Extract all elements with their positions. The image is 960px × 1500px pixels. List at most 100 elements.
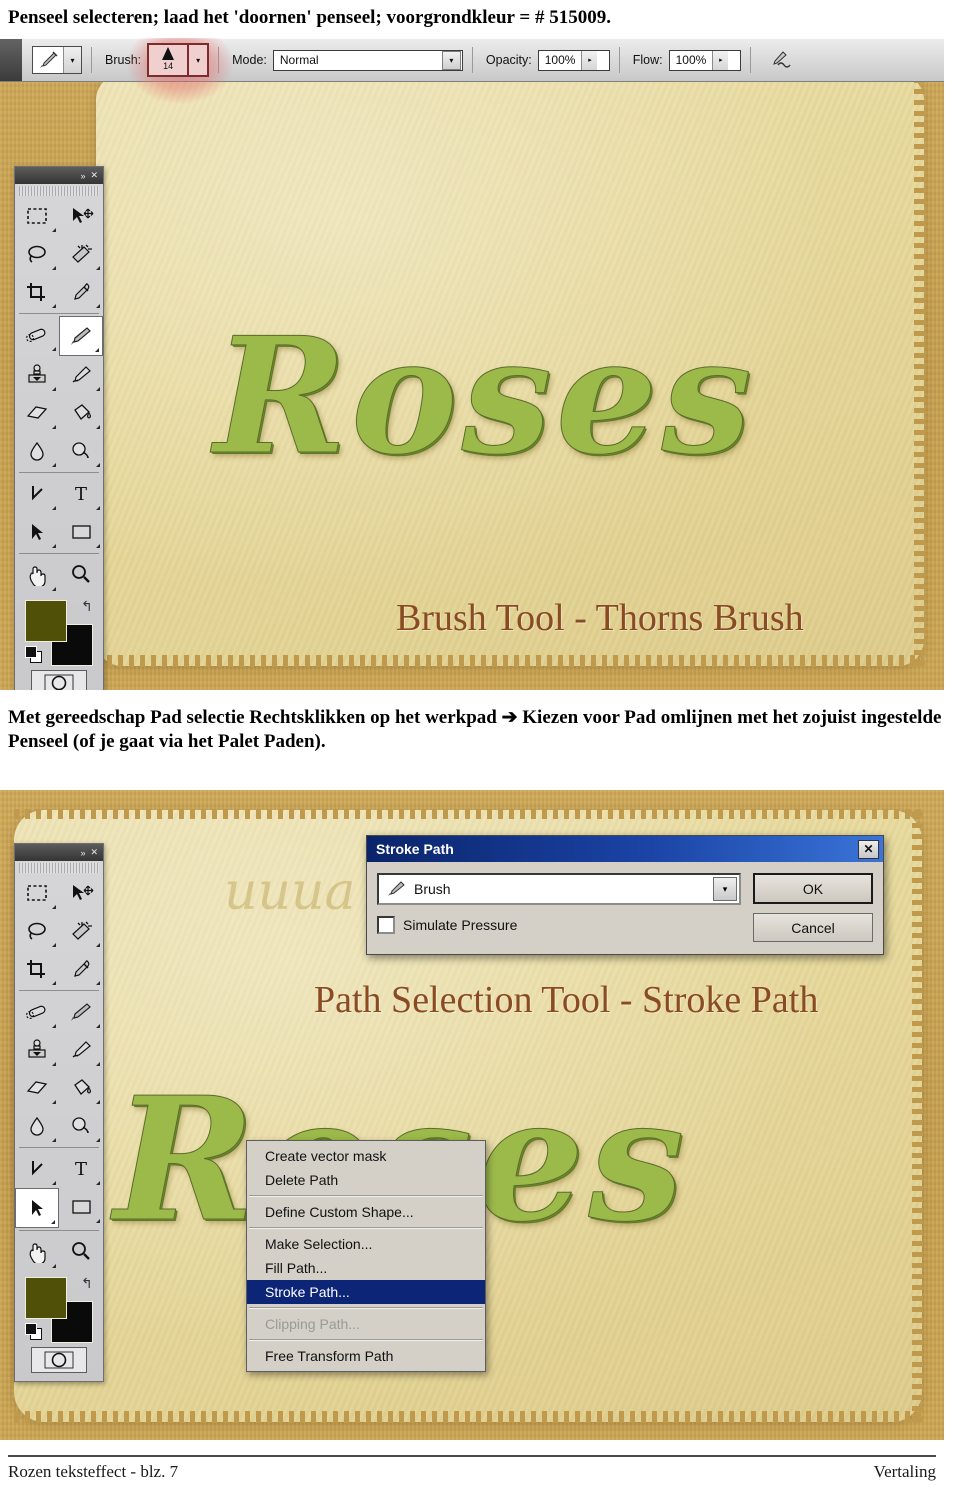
deckle-edge-bottom bbox=[14, 1411, 922, 1423]
default-colors-icon[interactable] bbox=[25, 1323, 42, 1340]
history-brush-tool[interactable] bbox=[59, 356, 103, 394]
zoom-tool[interactable] bbox=[59, 1233, 103, 1271]
brush-picker-arrow[interactable]: ▾ bbox=[189, 43, 210, 77]
tool-corner-marker bbox=[96, 981, 100, 985]
checkbox-box[interactable] bbox=[377, 916, 395, 934]
close-icon[interactable]: ✕ bbox=[90, 170, 98, 181]
flow-slider-arrow[interactable]: ▸ bbox=[712, 50, 729, 70]
stroke-tool-select[interactable]: Brush ▾ bbox=[377, 873, 741, 905]
rectangular-marquee-tool[interactable] bbox=[15, 874, 59, 912]
soft-round-tip-icon bbox=[159, 46, 177, 62]
tool-corner-marker bbox=[52, 981, 56, 985]
blur-tool[interactable] bbox=[15, 1107, 59, 1145]
pen-tool[interactable] bbox=[15, 1150, 59, 1188]
tool-corner-marker bbox=[96, 304, 100, 308]
eyedropper-tool[interactable] bbox=[59, 273, 103, 311]
document-page: Penseel selecteren; laad het 'doornen' p… bbox=[0, 0, 960, 1500]
magic-wand-tool[interactable] bbox=[59, 912, 103, 950]
history-brush-tool[interactable] bbox=[59, 1031, 103, 1069]
type-tool[interactable]: T bbox=[59, 475, 103, 513]
close-icon[interactable]: ✕ bbox=[90, 847, 98, 858]
tool-corner-marker bbox=[52, 463, 56, 467]
brush-preview-group[interactable]: 14 ▾ bbox=[127, 38, 234, 104]
move-tool[interactable] bbox=[59, 874, 103, 912]
toolbox-drag-grip[interactable] bbox=[19, 863, 99, 873]
brush-tip-preview[interactable]: 14 bbox=[147, 43, 190, 77]
crop-tool[interactable] bbox=[15, 273, 59, 311]
figure-brush-tool: Roses Brush Tool - Thorns Brush ▾ Brush: bbox=[0, 38, 944, 690]
collapse-icon[interactable]: » bbox=[80, 848, 85, 858]
deckle-edge-right bbox=[912, 810, 923, 1422]
clone-stamp-tool[interactable] bbox=[15, 356, 59, 394]
flow-input[interactable]: 100% ▸ bbox=[668, 49, 741, 71]
swap-colors-icon[interactable]: ↰ bbox=[81, 1275, 93, 1292]
menu-item-fill-path[interactable]: Fill Path... bbox=[247, 1256, 485, 1280]
quick-mask-icon[interactable] bbox=[31, 1347, 87, 1373]
eraser-tool[interactable] bbox=[15, 394, 59, 432]
quick-mask-icon[interactable] bbox=[31, 670, 87, 690]
rectangle-shape-tool[interactable] bbox=[59, 1188, 103, 1226]
menu-item-define-custom-shape[interactable]: Define Custom Shape... bbox=[247, 1200, 485, 1224]
paint-bucket-tool[interactable] bbox=[59, 1069, 103, 1107]
tool-preset-arrow[interactable]: ▾ bbox=[63, 47, 81, 73]
clone-stamp-tool[interactable] bbox=[15, 1031, 59, 1069]
zoom-tool[interactable] bbox=[59, 556, 103, 594]
chevron-down-icon[interactable]: ▾ bbox=[713, 877, 737, 901]
magic-wand-tool[interactable] bbox=[59, 235, 103, 273]
foreground-color-swatch[interactable] bbox=[25, 1277, 67, 1319]
ok-button[interactable]: OK bbox=[753, 873, 873, 904]
airbrush-icon[interactable] bbox=[768, 49, 794, 71]
toolbox-titlebar[interactable]: » ✕ bbox=[15, 167, 103, 184]
toolbox-drag-grip[interactable] bbox=[19, 186, 99, 196]
options-bar-grip[interactable] bbox=[0, 39, 22, 81]
hand-tool[interactable] bbox=[15, 556, 59, 594]
cancel-button[interactable]: Cancel bbox=[753, 913, 873, 942]
dodge-tool[interactable] bbox=[59, 1107, 103, 1145]
menu-item-make-selection[interactable]: Make Selection... bbox=[247, 1232, 485, 1256]
opacity-input[interactable]: 100% ▸ bbox=[537, 49, 610, 71]
brush-tool[interactable] bbox=[59, 316, 103, 356]
eraser-tool[interactable] bbox=[15, 1069, 59, 1107]
rectangular-marquee-tool[interactable] bbox=[15, 197, 59, 235]
stroke-tool-value: Brush bbox=[414, 881, 451, 897]
dodge-tool[interactable] bbox=[59, 432, 103, 470]
blur-tool[interactable] bbox=[15, 432, 59, 470]
simulate-pressure-checkbox[interactable]: Simulate Pressure bbox=[377, 916, 741, 934]
lasso-tool[interactable] bbox=[15, 912, 59, 950]
chevron-down-icon[interactable]: ▾ bbox=[441, 50, 461, 70]
menu-item-create-vector-mask[interactable]: Create vector mask bbox=[247, 1144, 485, 1168]
tool-corner-marker bbox=[52, 1264, 56, 1268]
foreground-color-swatch[interactable] bbox=[25, 600, 67, 642]
eyedropper-tool[interactable] bbox=[59, 950, 103, 988]
tool-preset-picker[interactable]: ▾ bbox=[32, 46, 82, 74]
collapse-icon[interactable]: » bbox=[80, 171, 85, 181]
move-tool[interactable] bbox=[59, 197, 103, 235]
menu-item-stroke-path[interactable]: Stroke Path... bbox=[247, 1280, 485, 1304]
deckle-edge-top bbox=[14, 809, 922, 819]
dialog-titlebar[interactable]: Stroke Path ✕ bbox=[367, 836, 883, 862]
close-icon[interactable]: ✕ bbox=[858, 839, 879, 859]
path-selection-tool[interactable] bbox=[15, 513, 59, 551]
crop-tool[interactable] bbox=[15, 950, 59, 988]
options-separator-3 bbox=[471, 47, 473, 73]
path-selection-tool[interactable] bbox=[15, 1188, 59, 1228]
hand-tool[interactable] bbox=[15, 1233, 59, 1271]
brush-size-value: 14 bbox=[163, 61, 174, 71]
tool-corner-marker bbox=[96, 1062, 100, 1066]
menu-item-delete-path[interactable]: Delete Path bbox=[247, 1168, 485, 1192]
rectangle-shape-tool[interactable] bbox=[59, 513, 103, 551]
paint-bucket-tool[interactable] bbox=[59, 394, 103, 432]
brush-tool[interactable] bbox=[59, 993, 103, 1031]
lasso-tool[interactable] bbox=[15, 235, 59, 273]
blend-mode-select[interactable]: Normal ▾ bbox=[272, 49, 463, 71]
toolbox-titlebar[interactable]: » ✕ bbox=[15, 844, 103, 861]
type-tool[interactable]: T bbox=[59, 1150, 103, 1188]
menu-separator bbox=[249, 1195, 483, 1197]
menu-item-free-transform-path[interactable]: Free Transform Path bbox=[247, 1344, 485, 1368]
default-colors-icon[interactable] bbox=[25, 646, 42, 663]
swap-colors-icon[interactable]: ↰ bbox=[81, 598, 93, 615]
healing-brush-tool[interactable] bbox=[15, 316, 59, 354]
pen-tool[interactable] bbox=[15, 475, 59, 513]
healing-brush-tool[interactable] bbox=[15, 993, 59, 1031]
opacity-slider-arrow[interactable]: ▸ bbox=[581, 50, 598, 70]
